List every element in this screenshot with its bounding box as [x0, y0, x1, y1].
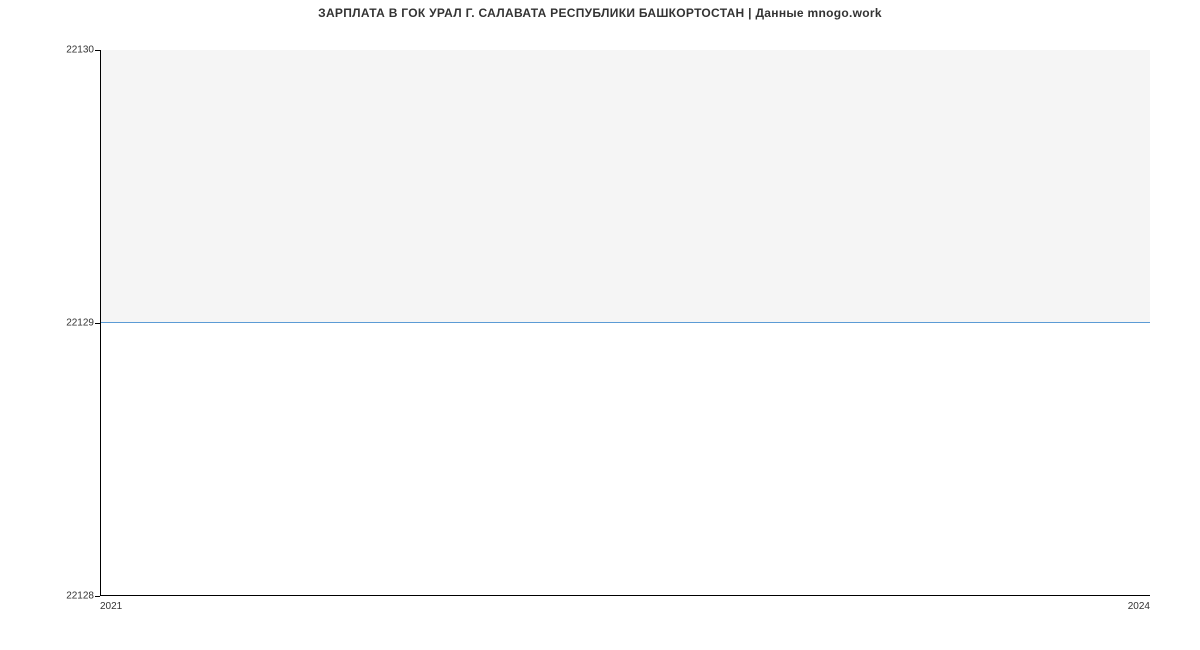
chart-container: ЗАРПЛАТА В ГОК УРАЛ Г. САЛАВАТА РЕСПУБЛИ… [0, 0, 1200, 650]
chart-title: ЗАРПЛАТА В ГОК УРАЛ Г. САЛАВАТА РЕСПУБЛИ… [0, 6, 1200, 20]
y-axis-tick-label: 22130 [66, 45, 94, 56]
y-tick-mark [95, 596, 100, 597]
x-axis-tick-label: 2024 [1128, 601, 1150, 612]
data-line-series [101, 322, 1150, 323]
plot-background-upper [101, 50, 1150, 323]
y-tick-mark [95, 323, 100, 324]
plot-area [100, 50, 1150, 596]
y-axis-tick-label: 22128 [66, 591, 94, 602]
plot-background-lower [101, 323, 1150, 596]
x-axis-tick-label: 2021 [100, 601, 122, 612]
y-tick-mark [95, 50, 100, 51]
y-axis-tick-label: 22129 [66, 318, 94, 329]
